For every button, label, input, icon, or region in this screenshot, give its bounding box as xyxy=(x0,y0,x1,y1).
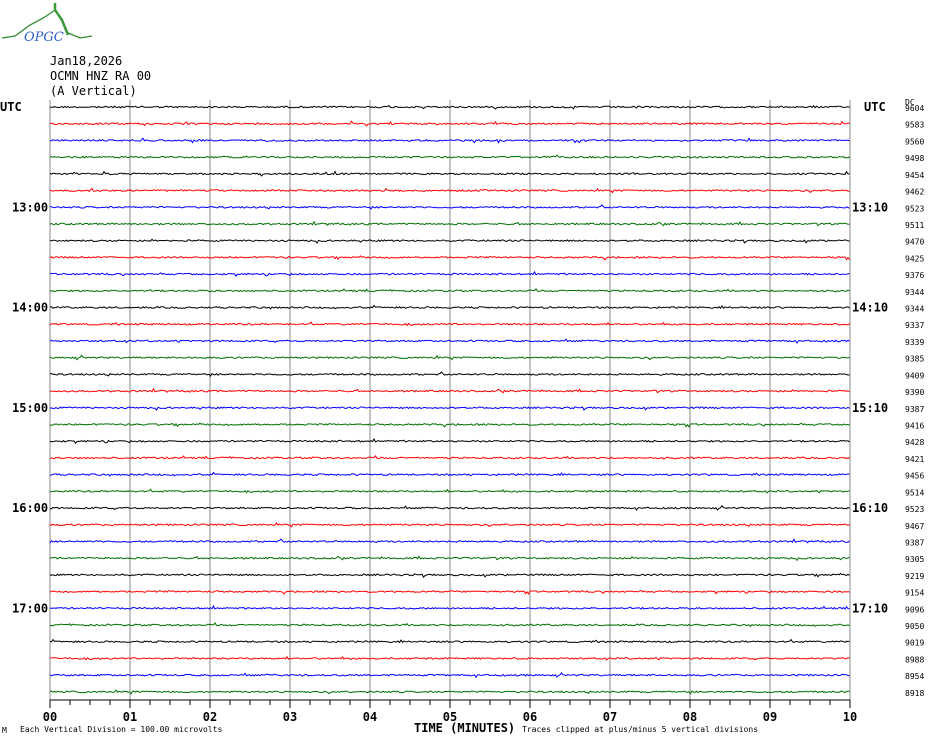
dc-offset-label: 9390 xyxy=(905,388,924,397)
dc-offset-label: 8954 xyxy=(905,672,924,681)
left-time-label: 15:00 xyxy=(12,401,48,415)
dc-offset-label: 9387 xyxy=(905,405,924,414)
station-label: OCMN HNZ RA 00 xyxy=(50,69,151,83)
dc-offset-label: 9385 xyxy=(905,355,924,364)
left-time-label: 17:00 xyxy=(12,601,48,615)
dc-offset-label: 9454 xyxy=(905,171,924,180)
dc-offset-label: 9604 xyxy=(905,104,924,113)
right-time-label: 15:10 xyxy=(852,401,888,415)
dc-offset-label: 9523 xyxy=(905,204,924,213)
dc-offset-label: 9154 xyxy=(905,589,924,598)
dc-offset-label: 8918 xyxy=(905,689,924,698)
dc-offset-label: 9409 xyxy=(905,371,924,380)
dc-offset-label: 9467 xyxy=(905,522,924,531)
dc-offset-label: 9470 xyxy=(905,238,924,247)
x-tick-label: 09 xyxy=(763,710,777,724)
corner-mark: M xyxy=(2,726,7,735)
dc-offset-label: 9416 xyxy=(905,422,924,431)
left-time-label: 16:00 xyxy=(12,501,48,515)
dc-offset-label: 9096 xyxy=(905,605,924,614)
left-utc-label: UTC xyxy=(0,100,22,114)
dc-offset-label: 9219 xyxy=(905,572,924,581)
right-time-label: 17:10 xyxy=(852,601,888,615)
left-time-label: 13:00 xyxy=(12,200,48,214)
component-label: (A Vertical) xyxy=(50,84,137,98)
dc-offset-label: 9428 xyxy=(905,438,924,447)
right-time-label: 16:10 xyxy=(852,501,888,515)
dc-offset-label: 9498 xyxy=(905,154,924,163)
dc-offset-label: 9511 xyxy=(905,221,924,230)
dc-offset-label: 9337 xyxy=(905,321,924,330)
x-tick-label: 04 xyxy=(363,710,377,724)
dc-offset-label: 9344 xyxy=(905,305,924,314)
dc-offset-label: 9421 xyxy=(905,455,924,464)
x-tick-label: 02 xyxy=(203,710,217,724)
clip-note: Traces clipped at plus/minus 5 vertical … xyxy=(522,725,758,734)
left-time-label: 14:00 xyxy=(12,301,48,315)
dc-offset-label: 9305 xyxy=(905,555,924,564)
x-tick-label: 01 xyxy=(123,710,137,724)
dc-offset-label: 9019 xyxy=(905,639,924,648)
dc-offset-label: 9425 xyxy=(905,254,924,263)
dc-offset-label: 9050 xyxy=(905,622,924,631)
dc-offset-label: 9344 xyxy=(905,288,924,297)
x-tick-label: 07 xyxy=(603,710,617,724)
scale-note: Each Vertical Division = 100.00 microvol… xyxy=(20,725,222,734)
dc-offset-label: 9456 xyxy=(905,472,924,481)
date-label: Jan18,2026 xyxy=(50,54,122,68)
dc-offset-label: 9583 xyxy=(905,121,924,130)
dc-offset-label: 9560 xyxy=(905,137,924,146)
dc-offset-label: 9462 xyxy=(905,188,924,197)
x-axis-title: TIME (MINUTES) xyxy=(414,721,515,735)
x-tick-label: 06 xyxy=(523,710,537,724)
dc-offset-label: 9376 xyxy=(905,271,924,280)
logo-text: OPGC xyxy=(24,30,64,45)
dc-offset-label: 8988 xyxy=(905,655,924,664)
dc-offset-label: 9339 xyxy=(905,338,924,347)
x-tick-label: 08 xyxy=(683,710,697,724)
dc-offset-label: 9387 xyxy=(905,539,924,548)
helicorder-chart: OPGC Jan18,2026 OCMN HNZ RA 00 (A Vertic… xyxy=(0,3,924,735)
dc-offset-label: 9514 xyxy=(905,488,924,497)
right-time-label: 14:10 xyxy=(852,301,888,315)
dc-offset-label: 9523 xyxy=(905,505,924,514)
right-time-label: 13:10 xyxy=(852,200,888,214)
x-tick-label: 10 xyxy=(843,710,857,724)
right-utc-label: UTC xyxy=(864,100,886,114)
logo: OPGC xyxy=(1,3,93,45)
x-tick-label: 03 xyxy=(283,710,297,724)
x-tick-label: 00 xyxy=(43,710,57,724)
